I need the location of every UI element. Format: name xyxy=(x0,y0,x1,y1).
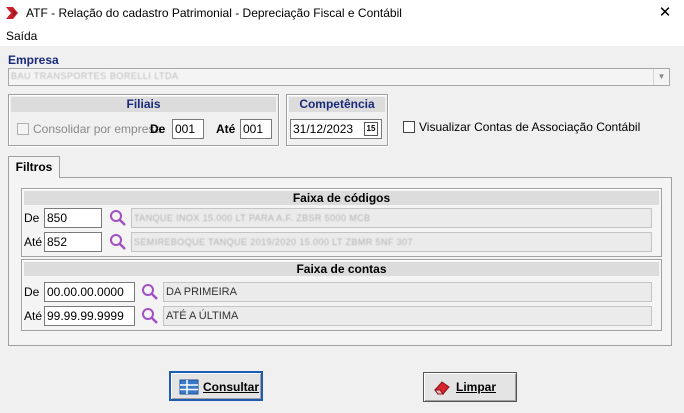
search-icon[interactable] xyxy=(108,208,128,228)
chevron-down-icon[interactable]: ▼ xyxy=(653,69,669,85)
competencia-header: Competência xyxy=(289,97,385,112)
consultar-button[interactable]: Consultar xyxy=(169,371,263,401)
filial-de-input[interactable]: 001 xyxy=(172,119,204,139)
empresa-label: Empresa xyxy=(8,53,59,67)
search-icon[interactable] xyxy=(140,282,160,302)
limpar-label: Limpar xyxy=(456,380,497,394)
codigo-ate-description: SEMIREBOQUE TANQUE 2019/2020 15.000 LT Z… xyxy=(131,232,652,252)
faixa-codigos-group: Faixa de códigos De 850 TANQUE INOX 15.0… xyxy=(21,188,662,257)
codigo-de-description-text: TANQUE INOX 15.000 LT PARA A.F. ZBSR 500… xyxy=(134,213,371,223)
menu-bar: Saída xyxy=(0,26,684,46)
consolidar-checkbox[interactable] xyxy=(17,123,29,135)
conta-de-input[interactable]: 00.00.00.0000 xyxy=(44,282,135,302)
consultar-label: Consultar xyxy=(203,380,260,394)
codigo-ate-input[interactable]: 852 xyxy=(44,232,102,252)
eraser-icon xyxy=(434,381,450,395)
codigo-de-description: TANQUE INOX 15.000 LT PARA A.F. ZBSR 500… xyxy=(131,208,652,228)
tab-filtros[interactable]: Filtros xyxy=(8,156,60,178)
limpar-button[interactable]: Limpar xyxy=(423,372,517,402)
visualizar-contas-checkbox[interactable] xyxy=(403,121,415,133)
close-button[interactable]: ✕ xyxy=(646,0,684,26)
conta-ate-label: Até xyxy=(24,309,43,323)
atf-logo-icon xyxy=(6,7,18,19)
filiais-de-label: De xyxy=(150,122,166,136)
conta-de-description: DA PRIMEIRA xyxy=(163,282,652,302)
competencia-value: 31/12/2023 xyxy=(293,122,354,136)
codigo-de-label: De xyxy=(24,211,40,225)
menu-item-saida[interactable]: Saída xyxy=(6,29,37,43)
title-bar: ATF - Relação do cadastro Patrimonial - … xyxy=(0,0,684,26)
faixa-contas-header: Faixa de contas xyxy=(24,262,659,276)
close-icon: ✕ xyxy=(658,4,672,21)
competencia-group: Competência 31/12/2023 15 xyxy=(286,94,388,146)
filiais-ate-label: Até xyxy=(216,122,236,136)
empresa-select[interactable]: BAU TRANSPORTES BORELLI LTDA ▼ xyxy=(8,68,670,86)
filiais-header: Filiais xyxy=(11,97,276,112)
grid-search-icon xyxy=(179,379,199,395)
window-title: ATF - Relação do cadastro Patrimonial - … xyxy=(26,6,402,20)
filial-ate-input[interactable]: 001 xyxy=(240,119,272,139)
faixa-codigos-header: Faixa de códigos xyxy=(24,191,659,205)
codigo-ate-label: Até xyxy=(24,235,43,249)
conta-de-label: De xyxy=(24,285,40,299)
empresa-value: BAU TRANSPORTES BORELLI LTDA xyxy=(11,71,179,81)
filiais-group: Filiais Consolidar por empresa De 001 At… xyxy=(8,94,279,146)
faixa-contas-group: Faixa de contas De 00.00.00.0000 DA PRIM… xyxy=(21,259,662,331)
calendar-icon[interactable]: 15 xyxy=(364,122,378,136)
conta-ate-description: ATÉ A ÚLTIMA xyxy=(163,306,652,326)
search-icon[interactable] xyxy=(140,306,160,326)
codigo-ate-description-text: SEMIREBOQUE TANQUE 2019/2020 15.000 LT Z… xyxy=(134,237,413,247)
consolidar-label: Consolidar por empresa xyxy=(33,122,162,136)
filtros-panel: Faixa de códigos De 850 TANQUE INOX 15.0… xyxy=(8,177,672,346)
visualizar-contas-label: Visualizar Contas de Associação Contábil xyxy=(419,120,641,134)
search-icon[interactable] xyxy=(108,232,128,252)
codigo-de-input[interactable]: 850 xyxy=(44,208,102,228)
conta-ate-input[interactable]: 99.99.99.9999 xyxy=(44,306,135,326)
